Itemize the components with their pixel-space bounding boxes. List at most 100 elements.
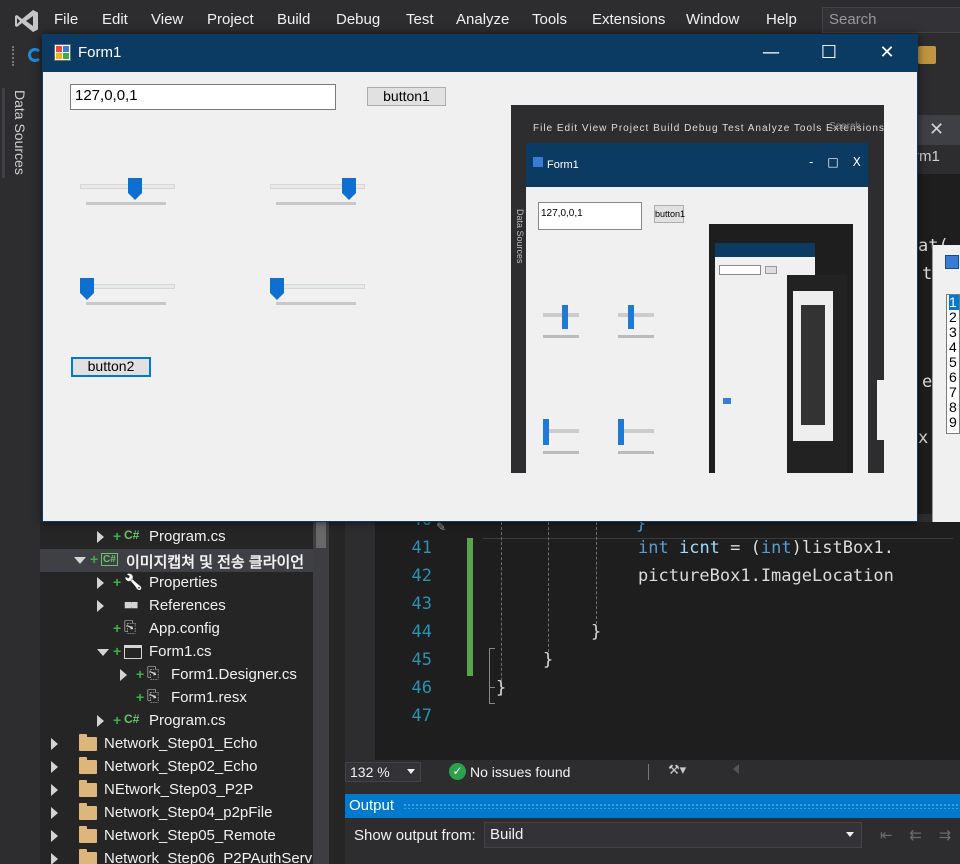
tree-item[interactable]: + ⎘ Form1.resx — [40, 687, 313, 710]
tree-item[interactable]: + ⎘ App.config — [40, 618, 313, 641]
toolbar-icon-right[interactable] — [918, 46, 936, 64]
captured-search: Search — [829, 121, 861, 132]
menu-build[interactable]: Build — [277, 11, 310, 28]
captured-nested-titlebar — [715, 243, 815, 257]
form1-title: Form1 — [78, 44, 122, 61]
minimize-button[interactable]: — — [746, 40, 796, 66]
issues-status[interactable]: No issues found — [470, 764, 570, 780]
list-item[interactable]: 8 — [949, 400, 959, 415]
tree-folder-item[interactable]: Network_Step02_Echo — [40, 756, 313, 779]
button2[interactable]: button2 — [71, 357, 151, 377]
tree-item[interactable]: ■▪■ References — [40, 595, 313, 618]
trackbar-1[interactable] — [80, 172, 175, 212]
list-item[interactable]: 7 — [949, 385, 959, 400]
list-item[interactable]: 5 — [949, 355, 959, 370]
collapsed-arrow-icon[interactable] — [97, 600, 104, 612]
drag-grip[interactable] — [403, 803, 960, 809]
data-sources-tab[interactable]: Data Sources — [0, 74, 40, 184]
trackbar-track[interactable] — [80, 284, 175, 289]
tree-item-label: App.config — [149, 620, 220, 637]
trackbar-3[interactable] — [80, 272, 175, 312]
tree-folder-item[interactable]: Network_Step04_p2pFile — [40, 802, 313, 825]
trackbar-thumb[interactable] — [342, 178, 356, 200]
close-icon[interactable]: ✕ — [929, 119, 944, 140]
output-toolbar-icons[interactable]: ⇤ ⇇ ⇉ — [880, 826, 957, 844]
list-item[interactable]: 4 — [949, 340, 959, 355]
trackbar-2[interactable] — [270, 172, 365, 212]
output-source-select[interactable]: Build — [484, 822, 862, 848]
editor-margin — [345, 522, 375, 760]
button1[interactable]: button1 — [367, 87, 446, 106]
tree-folder-item[interactable]: Network_Step05_Remote — [40, 825, 313, 848]
folder-icon — [79, 757, 97, 774]
list-box[interactable]: 123456789 — [946, 294, 960, 434]
outline-bracket[interactable] — [489, 676, 495, 704]
tree-item-label: Program.cs — [149, 712, 226, 729]
collapsed-arrow-icon[interactable] — [120, 669, 127, 681]
code-line-41: int icnt = (int)listBox1. — [638, 538, 894, 558]
tree-item[interactable]: + C# 이미지캡쳐 및 전송 클라이언 — [40, 549, 313, 572]
collapsed-arrow-icon[interactable] — [51, 807, 58, 819]
list-item[interactable]: 6 — [949, 370, 959, 385]
tree-item[interactable]: + Form1.cs — [40, 641, 313, 664]
maximize-button[interactable]: ☐ — [804, 40, 854, 66]
tree-folder-item[interactable]: Network_Step06_P2PAuthServ — [40, 848, 313, 864]
menu-analyze[interactable]: Analyze — [456, 11, 509, 28]
scroll-left-icon[interactable] — [733, 764, 739, 774]
tree-item-label: Form1.resx — [171, 689, 247, 706]
scrollbar-thumb[interactable] — [316, 522, 326, 548]
menu-debug[interactable]: Debug — [336, 11, 380, 28]
tree-item-label: Form1.Designer.cs — [171, 666, 297, 683]
trackbar-track[interactable] — [270, 284, 365, 289]
collapsed-arrow-icon[interactable] — [97, 715, 104, 727]
collapsed-arrow-icon[interactable] — [97, 577, 104, 589]
collapsed-arrow-icon[interactable] — [51, 738, 58, 750]
menu-window[interactable]: Window — [686, 11, 739, 28]
scrollbar[interactable] — [313, 522, 329, 864]
back-navigate-icon[interactable] — [28, 48, 42, 62]
brush-icon[interactable]: ⚒▾ — [668, 763, 686, 778]
close-button[interactable]: ✕ — [862, 40, 912, 66]
trackbar-thumb[interactable] — [128, 178, 142, 200]
menu-edit[interactable]: Edit — [102, 11, 128, 28]
menu-file[interactable]: File — [54, 11, 78, 28]
code-line-45: } — [543, 650, 554, 670]
collapsed-arrow-icon[interactable] — [51, 853, 58, 864]
expanded-arrow-icon[interactable] — [74, 557, 86, 564]
tree-item[interactable]: + ⎘ Form1.Designer.cs — [40, 664, 313, 687]
ip-address-input[interactable]: 127,0,0,1 — [70, 84, 336, 110]
search-input[interactable]: Search — [822, 7, 960, 33]
expanded-arrow-icon[interactable] — [97, 649, 109, 656]
collapsed-arrow-icon[interactable] — [51, 830, 58, 842]
tree-item[interactable]: + C# Program.cs — [40, 526, 313, 549]
tree-folder-item[interactable]: NEtwork_Step03_P2P — [40, 779, 313, 802]
menu-tools[interactable]: Tools — [532, 11, 567, 28]
menu-view[interactable]: View — [151, 11, 183, 28]
menu-project[interactable]: Project — [207, 11, 254, 28]
picture-box: File Edit View Project Build Debug Test … — [511, 105, 884, 473]
tree-item[interactable]: + C# Program.cs — [40, 710, 313, 733]
side-tool-strip — [0, 74, 40, 864]
tree-folder-item[interactable]: Network_Step01_Echo — [40, 733, 313, 756]
list-item[interactable]: 3 — [949, 325, 959, 340]
tree-item[interactable]: + 🔧 Properties — [40, 572, 313, 595]
references-icon: ■▪■ — [124, 597, 138, 612]
trackbar-thumb[interactable] — [80, 278, 94, 300]
collapsed-arrow-icon[interactable] — [51, 761, 58, 773]
list-item[interactable]: 1 — [949, 295, 959, 310]
check-circle-icon: ✓ — [449, 763, 466, 780]
indent-guide — [548, 522, 549, 652]
collapsed-arrow-icon[interactable] — [51, 784, 58, 796]
captured-nested-input — [719, 265, 761, 275]
list-item[interactable]: 2 — [949, 310, 959, 325]
trackbar-thumb[interactable] — [270, 278, 284, 300]
folder-icon — [79, 826, 97, 843]
menu-test[interactable]: Test — [406, 11, 434, 28]
menu-extensions[interactable]: Extensions — [592, 11, 665, 28]
trackbar-4[interactable] — [270, 272, 365, 312]
collapsed-arrow-icon[interactable] — [97, 531, 104, 543]
menu-help[interactable]: Help — [766, 11, 797, 28]
list-item[interactable]: 9 — [949, 415, 959, 430]
tree-item-label: Program.cs — [149, 528, 226, 545]
captured-track-base — [618, 451, 654, 454]
